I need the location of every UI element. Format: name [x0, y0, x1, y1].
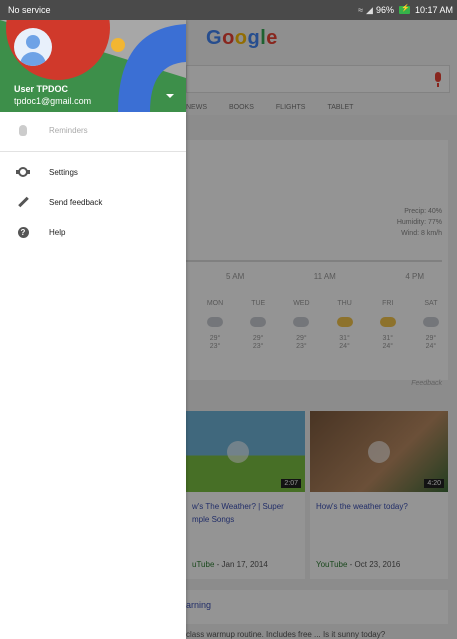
pencil-icon — [17, 196, 29, 208]
signal-icon: ◢ — [366, 4, 373, 15]
help-icon: ? — [17, 226, 29, 238]
chevron-down-icon[interactable] — [166, 94, 174, 98]
menu-item-label: Settings — [49, 167, 78, 177]
account-header[interactable]: User TPDOC tpdoc1@gmail.com — [0, 20, 186, 112]
menu-item-label: Reminders — [49, 125, 88, 135]
menu-item-reminders[interactable]: Reminders — [0, 115, 186, 145]
avatar[interactable] — [14, 28, 52, 66]
status-icons: ≈ ◢ 96% 10:17 AM — [358, 4, 453, 16]
navigation-drawer: User TPDOC tpdoc1@gmail.com Reminders Se… — [0, 20, 186, 639]
menu-item-label: Send feedback — [49, 197, 103, 207]
menu-item-settings[interactable]: Settings — [0, 157, 186, 187]
carrier-label: No service — [8, 5, 51, 15]
divider — [0, 151, 186, 152]
clock: 10:17 AM — [414, 5, 453, 15]
menu-item-help[interactable]: ? Help — [0, 217, 186, 247]
menu-item-label: Help — [49, 227, 66, 237]
gear-icon — [16, 166, 30, 178]
status-bar: No service ≈ ◢ 96% 10:17 AM — [0, 0, 457, 20]
battery-icon — [398, 4, 410, 14]
wifi-icon: ≈ — [358, 5, 364, 15]
hand-icon — [17, 124, 29, 136]
menu-item-send-feedback[interactable]: Send feedback — [0, 187, 186, 217]
user-email: tpdoc1@gmail.com — [14, 96, 92, 106]
battery-percent: 96% — [375, 5, 394, 15]
user-name: User TPDOC — [14, 84, 69, 94]
